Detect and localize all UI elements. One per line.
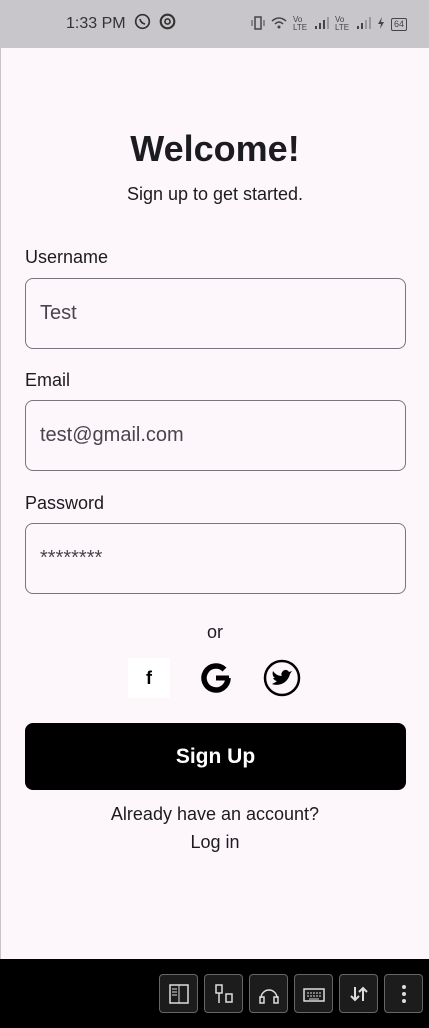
password-field[interactable]: ********: [25, 523, 406, 594]
volte-label-2: Vo LTE: [334, 15, 350, 32]
charging-icon: [377, 16, 385, 32]
status-left: 1:33 PM: [66, 13, 176, 35]
password-value: ********: [40, 547, 103, 569]
keyboard-icon[interactable]: [294, 974, 333, 1013]
email-value: test@gmail.com: [40, 424, 184, 446]
whatsapp-icon: [134, 13, 151, 35]
vibrate-icon: [251, 15, 265, 33]
facebook-icon: f: [146, 667, 152, 688]
social-login-row: f: [1, 658, 429, 698]
bottom-toolbar: [0, 959, 429, 1028]
username-field[interactable]: Test: [25, 278, 406, 349]
split-screen-icon[interactable]: [159, 974, 198, 1013]
username-value: Test: [40, 302, 77, 324]
signup-page: Welcome! Sign up to get started. Usernam…: [0, 48, 429, 959]
battery-level: 64: [393, 18, 404, 29]
twitter-icon: [263, 659, 301, 697]
battery-icon: 64: [390, 17, 407, 31]
google-icon: [201, 663, 231, 693]
username-label: Username: [25, 247, 109, 267]
volte-label-1: Vo LTE: [292, 15, 308, 32]
wifi-icon: [271, 16, 287, 33]
swap-arrows-icon[interactable]: [339, 974, 378, 1013]
headset-icon[interactable]: [249, 974, 288, 1013]
email-label: Email: [25, 370, 71, 390]
log-in-link[interactable]: Log in: [1, 832, 429, 853]
usb-icon[interactable]: [204, 974, 243, 1013]
status-bar: 1:33 PM Vo LTE Vo LTE 64: [0, 0, 429, 48]
google-login-button[interactable]: [196, 658, 236, 698]
password-label: Password: [25, 493, 105, 513]
email-field[interactable]: test@gmail.com: [25, 400, 406, 471]
page-subtitle: Sign up to get started.: [126, 184, 304, 204]
twitter-login-button[interactable]: [262, 658, 302, 698]
sign-up-button[interactable]: Sign Up: [25, 723, 406, 790]
sync-icon: [159, 13, 176, 35]
status-right: Vo LTE Vo LTE 64: [251, 16, 407, 33]
or-divider: or: [206, 622, 223, 642]
more-options-icon[interactable]: [384, 974, 423, 1013]
signal-icon: [314, 16, 329, 32]
page-title: Welcome!: [130, 128, 300, 169]
status-time: 1:33 PM: [66, 15, 126, 32]
signal-icon: [356, 16, 371, 32]
facebook-login-button[interactable]: f: [128, 658, 170, 698]
already-have-account-text: Already have an account?: [110, 804, 320, 824]
